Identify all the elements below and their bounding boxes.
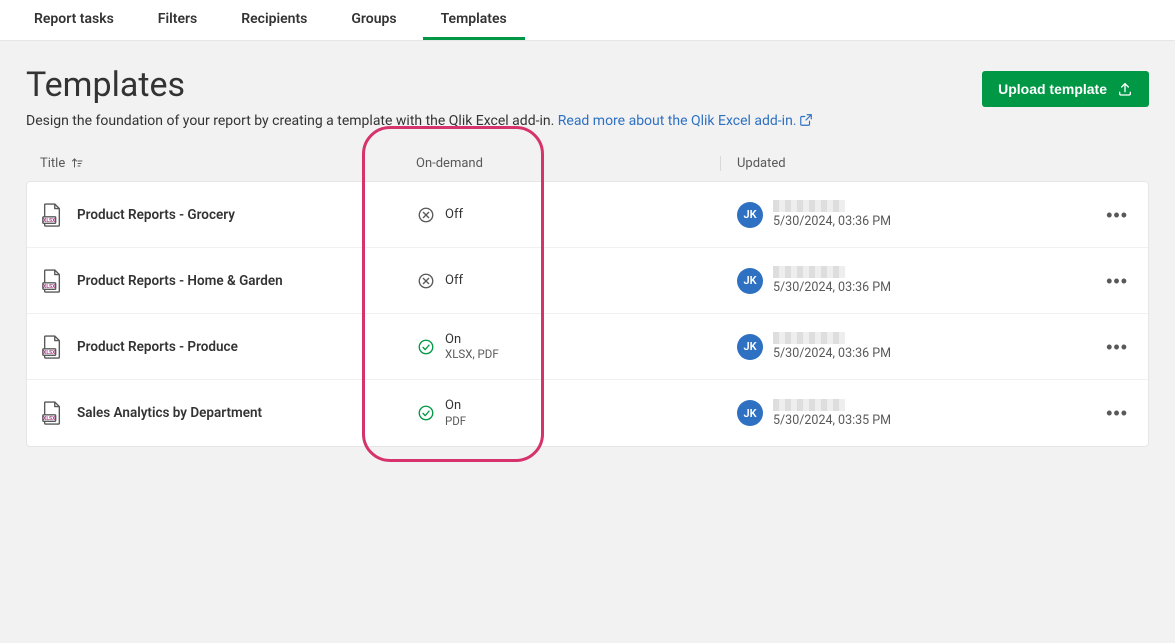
status-icon <box>417 404 435 422</box>
upload-template-button[interactable]: Upload template <box>982 71 1149 107</box>
ondemand-status: Off <box>445 207 463 223</box>
ondemand-status: Off <box>445 273 463 289</box>
template-title: Sales Analytics by Department <box>77 405 262 421</box>
table-row[interactable]: XLSX Product Reports - Home & Garden Off… <box>27 248 1148 314</box>
svg-text:XLSX: XLSX <box>43 217 56 223</box>
page-header: Templates Design the foundation of your … <box>0 41 1175 145</box>
xlsx-file-icon: XLSX <box>41 334 63 360</box>
read-more-link[interactable]: Read more about the Qlik Excel add-in. <box>558 113 813 129</box>
more-actions-button[interactable]: ••• <box>1100 268 1134 294</box>
sort-icon <box>71 157 83 169</box>
more-actions-button[interactable]: ••• <box>1100 334 1134 360</box>
table-row[interactable]: XLSX Product Reports - Grocery Off JK 5/… <box>27 182 1148 248</box>
tab-filters[interactable]: Filters <box>140 0 215 40</box>
ondemand-status: On <box>445 332 499 348</box>
updated-timestamp: 5/30/2024, 03:36 PM <box>773 214 891 229</box>
tab-report-tasks[interactable]: Report tasks <box>16 0 132 40</box>
avatar: JK <box>737 400 763 426</box>
column-header-updated[interactable]: Updated <box>720 156 1075 171</box>
tab-recipients[interactable]: Recipients <box>223 0 325 40</box>
external-link-icon <box>799 113 813 127</box>
xlsx-file-icon: XLSX <box>41 202 63 228</box>
xlsx-file-icon: XLSX <box>41 268 63 294</box>
ondemand-formats: PDF <box>445 414 466 428</box>
description-text: Design the foundation of your report by … <box>26 113 558 129</box>
user-name-redacted <box>773 399 845 411</box>
table-header: Title On-demand Updated <box>26 145 1149 181</box>
ondemand-formats: XLSX, PDF <box>445 347 499 361</box>
updated-timestamp: 5/30/2024, 03:36 PM <box>773 346 891 361</box>
user-name-redacted <box>773 200 845 212</box>
status-icon <box>417 338 435 356</box>
page-description: Design the foundation of your report by … <box>26 113 982 129</box>
updated-timestamp: 5/30/2024, 03:36 PM <box>773 280 891 295</box>
template-title: Product Reports - Home & Garden <box>77 273 283 289</box>
user-name-redacted <box>773 332 845 344</box>
table-body: XLSX Product Reports - Grocery Off JK 5/… <box>26 181 1149 447</box>
more-icon: ••• <box>1106 271 1128 291</box>
page-title: Templates <box>26 65 982 105</box>
status-icon <box>417 206 435 224</box>
column-header-ondemand[interactable]: On-demand <box>390 156 720 171</box>
top-tabs: Report tasks Filters Recipients Groups T… <box>0 0 1175 41</box>
upload-button-label: Upload template <box>998 81 1107 97</box>
avatar: JK <box>737 268 763 294</box>
svg-text:XLSX: XLSX <box>43 283 56 289</box>
avatar: JK <box>737 334 763 360</box>
xlsx-file-icon: XLSX <box>41 400 63 426</box>
updated-timestamp: 5/30/2024, 03:35 PM <box>773 413 891 428</box>
column-header-title[interactable]: Title <box>40 156 390 171</box>
tab-groups[interactable]: Groups <box>333 0 414 40</box>
more-icon: ••• <box>1106 205 1128 225</box>
avatar: JK <box>737 202 763 228</box>
template-title: Product Reports - Grocery <box>77 207 235 223</box>
ondemand-status: On <box>445 398 466 414</box>
user-name-redacted <box>773 266 845 278</box>
tab-templates[interactable]: Templates <box>423 0 525 40</box>
more-actions-button[interactable]: ••• <box>1100 400 1134 426</box>
more-icon: ••• <box>1106 337 1128 357</box>
upload-icon <box>1117 81 1133 97</box>
template-title: Product Reports - Produce <box>77 339 238 355</box>
status-icon <box>417 272 435 290</box>
svg-text:XLSX: XLSX <box>43 349 56 355</box>
table-row[interactable]: XLSX Product Reports - Produce On XLSX, … <box>27 314 1148 380</box>
more-icon: ••• <box>1106 403 1128 423</box>
table-row[interactable]: XLSX Sales Analytics by Department On PD… <box>27 380 1148 446</box>
svg-text:XLSX: XLSX <box>43 416 56 422</box>
more-actions-button[interactable]: ••• <box>1100 202 1134 228</box>
